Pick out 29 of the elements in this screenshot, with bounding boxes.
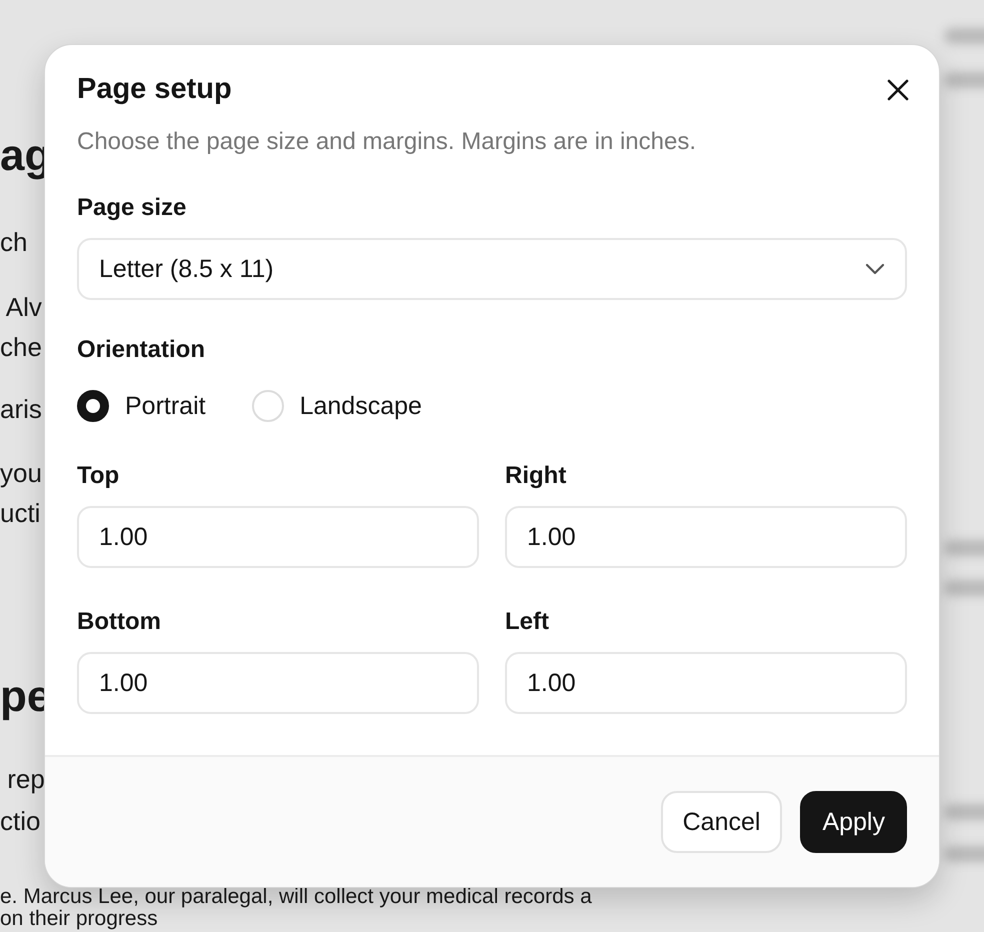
text-fragment: aris xyxy=(0,393,42,425)
field-label: Bottom xyxy=(77,608,162,636)
page-size-dropdown[interactable]: Letter (8.5 x 11) xyxy=(77,238,907,300)
text-fragment: Alv xyxy=(4,291,42,323)
text-line: on their progress xyxy=(0,908,159,930)
chevron-down-icon xyxy=(865,263,885,275)
margin-input[interactable]: 1.00 xyxy=(505,506,907,568)
field-label: Page size xyxy=(77,194,188,222)
field-label: Left xyxy=(505,608,550,636)
margin-input[interactable]: 1.00 xyxy=(505,652,907,714)
text-fragment: ch xyxy=(0,226,28,258)
text-fragment: ucti xyxy=(0,497,40,529)
radio-option[interactable]: Landscape xyxy=(252,390,422,422)
text-fragment: che xyxy=(0,331,42,363)
dialog-description: Choose the page size and margins. Margins are in inches. xyxy=(77,128,698,156)
text-fragment: rep xyxy=(6,763,45,795)
margin-input[interactable]: 1.00 xyxy=(77,652,479,714)
text-line: e. Marcus Lee, our paralegal, will collect your medical records a xyxy=(0,886,592,908)
field-label: Top xyxy=(77,462,120,490)
text-fragment: ctio xyxy=(0,805,40,837)
radio-option[interactable]: Portrait xyxy=(77,390,206,422)
apply-button[interactable]: Apply xyxy=(800,791,907,853)
cancel-button[interactable]: Cancel xyxy=(660,791,782,853)
field-label: Orientation xyxy=(77,336,206,364)
field-label: Right xyxy=(505,462,568,490)
text-fragment: you xyxy=(0,457,42,489)
dialog-title: Page setup xyxy=(77,73,232,106)
margin-input[interactable]: 1.00 xyxy=(77,506,479,568)
close-icon[interactable] xyxy=(885,76,911,102)
